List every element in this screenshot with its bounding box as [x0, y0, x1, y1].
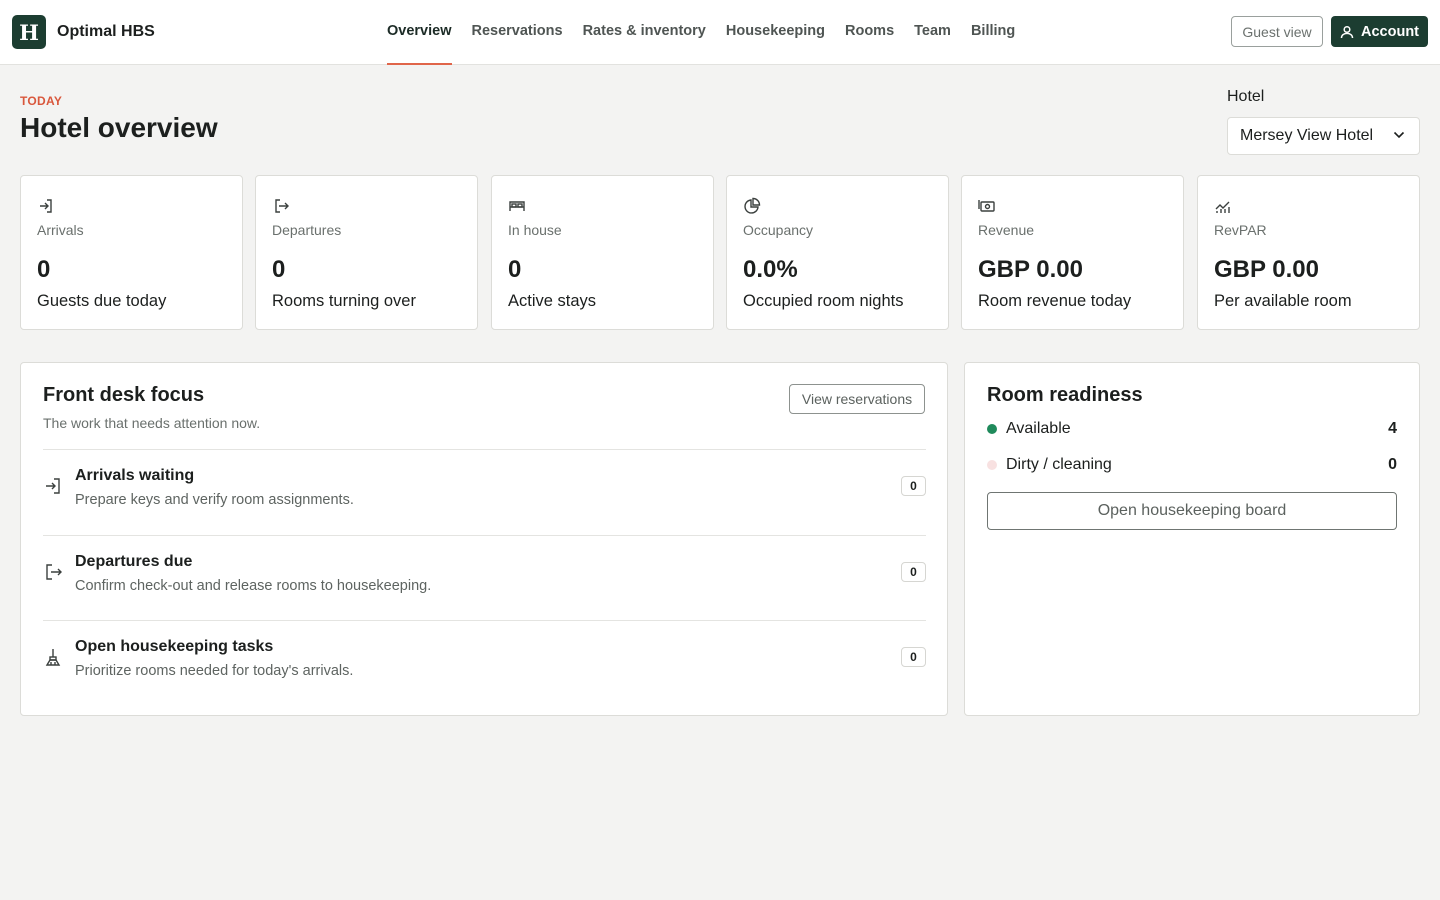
stat-card-in-house: In house 0 Active stays [491, 175, 714, 330]
stat-value: 0 [37, 256, 51, 283]
task-title: Departures due [75, 553, 193, 570]
bed-icon [509, 201, 525, 211]
status-dot [987, 460, 997, 470]
stat-label: Arrivals [37, 222, 84, 238]
nav-item-housekeeping[interactable]: Housekeeping [716, 0, 835, 65]
panel-subtitle: The work that needs attention now. [43, 415, 261, 431]
stat-card-departures: Departures 0 Rooms turning over [255, 175, 478, 330]
hotel-select[interactable]: Mersey View Hotel [1227, 117, 1420, 155]
chevron-down-icon [1393, 131, 1405, 139]
stat-label: RevPAR [1214, 222, 1267, 238]
account-button[interactable]: Account [1331, 16, 1428, 47]
count-badge: 0 [901, 476, 926, 496]
hotel-select-value: Mersey View Hotel [1240, 127, 1374, 144]
task-departures-due[interactable]: Departures due Confirm check-out and rel… [43, 535, 926, 620]
readiness-label: Dirty / cleaning [1006, 456, 1112, 473]
stat-value: GBP 0.00 [978, 256, 1083, 283]
stat-value: 0 [508, 256, 522, 283]
nav-item-reservations[interactable]: Reservations [462, 0, 573, 65]
nav-item-rates-inventory[interactable]: Rates & inventory [573, 0, 716, 65]
readiness-row-dirty: Dirty / cleaning 0 [987, 454, 1397, 476]
stat-subtext: Guests due today [37, 292, 167, 310]
broom-icon [45, 649, 61, 666]
stat-label: Revenue [978, 222, 1035, 238]
pie-chart-icon [744, 197, 761, 214]
user-icon [1340, 25, 1354, 38]
page-title: Hotel overview [20, 112, 218, 143]
stat-card-occupancy: Occupancy 0.0% Occupied room nights [726, 175, 949, 330]
stat-value: 0.0% [743, 256, 798, 283]
count-badge: 0 [901, 647, 926, 667]
readiness-row-available: Available 4 [987, 418, 1397, 440]
stat-label: Occupancy [743, 222, 814, 238]
open-housekeeping-board-button[interactable]: Open housekeeping board [987, 492, 1397, 530]
panel-title: Front desk focus [43, 384, 205, 406]
readiness-value: 0 [1388, 456, 1397, 473]
readiness-label: Available [1006, 420, 1071, 437]
arrival-icon [40, 199, 52, 213]
stat-subtext: Rooms turning over [272, 292, 416, 310]
task-description: Confirm check-out and release rooms to h… [75, 578, 432, 594]
top-bar: H Optimal HBS Overview Reservations Rate… [0, 0, 1440, 65]
stat-value: 0 [272, 256, 286, 283]
nav-item-overview[interactable]: Overview [377, 0, 462, 65]
stat-card-revpar: RevPAR GBP 0.00 Per available room [1197, 175, 1420, 330]
readiness-value: 4 [1388, 420, 1397, 437]
panel-title: Room readiness [987, 384, 1143, 406]
stat-subtext: Active stays [508, 292, 597, 310]
departure-icon [46, 564, 62, 580]
stat-subtext: Per available room [1214, 292, 1352, 310]
stat-subtext: Room revenue today [978, 292, 1132, 310]
page-eyebrow: TODAY [20, 94, 63, 108]
task-title: Open housekeeping tasks [75, 638, 274, 655]
guest-view-button[interactable]: Guest view [1231, 16, 1323, 47]
task-description: Prepare keys and verify room assignments… [75, 492, 354, 508]
stat-value: GBP 0.00 [1214, 256, 1319, 283]
banknote-icon [978, 200, 995, 212]
room-readiness-panel: Room readiness Available 4 Dirty / clean… [964, 362, 1420, 716]
stat-card-arrivals: Arrivals 0 Guests due today [20, 175, 243, 330]
trend-chart-icon [1215, 201, 1230, 213]
nav-item-rooms[interactable]: Rooms [835, 0, 904, 65]
front-desk-focus-panel: Front desk focus The work that needs att… [20, 362, 948, 716]
task-description: Prioritize rooms needed for today's arri… [75, 663, 354, 679]
nav-item-billing[interactable]: Billing [961, 0, 1025, 65]
nav-item-team[interactable]: Team [904, 0, 961, 65]
stat-subtext: Occupied room nights [743, 292, 904, 310]
count-badge: 0 [901, 562, 926, 582]
task-title: Arrivals waiting [75, 467, 195, 484]
stat-label: Departures [272, 222, 342, 238]
task-open-housekeeping[interactable]: Open housekeeping tasks Prioritize rooms… [43, 620, 926, 705]
stat-card-revenue: Revenue GBP 0.00 Room revenue today [961, 175, 1184, 330]
stat-label: In house [508, 222, 562, 238]
main-nav: Overview Reservations Rates & inventory … [377, 0, 1025, 65]
account-label: Account [1361, 23, 1419, 40]
brand[interactable]: H Optimal HBS [12, 15, 155, 49]
arrival-icon [46, 478, 60, 494]
departure-icon [275, 199, 289, 213]
hotel-select-label: Hotel [1227, 88, 1265, 105]
status-dot [987, 424, 997, 434]
logo: H [12, 15, 46, 49]
task-arrivals-waiting[interactable]: Arrivals waiting Prepare keys and verify… [43, 449, 926, 534]
app-name: Optimal HBS [57, 23, 155, 40]
view-reservations-button[interactable]: View reservations [789, 384, 925, 414]
